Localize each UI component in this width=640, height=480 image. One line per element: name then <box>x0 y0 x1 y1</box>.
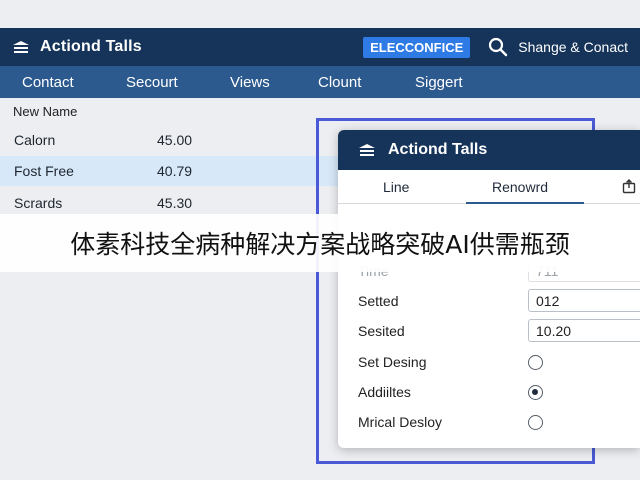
overlay-caption: 体素科技全病种解决方案战略突破AI供需瓶颈 <box>0 214 640 272</box>
sesited-field[interactable]: 10.20 <box>528 319 640 342</box>
app-logo-icon <box>12 40 30 54</box>
settings-dialog: Actiond Talls Line Renowrd Time 711 Sett… <box>338 130 640 448</box>
option-row: Addiiltes <box>338 377 640 407</box>
tab-line[interactable]: Line <box>383 179 409 195</box>
set-desing-radio[interactable] <box>528 355 543 370</box>
nav-item-contact[interactable]: Contact <box>22 74 74 91</box>
field-row-sesited: Sesited 10.20 <box>338 316 640 346</box>
tab-renowrd[interactable]: Renowrd <box>492 179 548 195</box>
option-label: Set Desing <box>358 354 427 370</box>
caption-text: 体素科技全病种解决方案战略突破AI供需瓶颈 <box>70 230 570 259</box>
list-item-value: 45.00 <box>157 132 193 148</box>
app-title: Actiond Talls <box>40 38 142 55</box>
list-header: New Name <box>13 104 78 119</box>
option-row: Mrical Desloy <box>338 407 640 437</box>
dialog-tabs: Line Renowrd <box>338 170 640 204</box>
list-item-name: Fost Free <box>14 163 74 179</box>
list-item-selected[interactable]: Fost Free 40.79 <box>0 156 340 186</box>
export-icon[interactable] <box>622 179 636 194</box>
list-item-value: 40.79 <box>157 163 193 179</box>
nav-item-secourt[interactable]: Secourt <box>126 74 178 91</box>
app-logo-icon <box>358 143 376 157</box>
dialog-header: Actiond Talls <box>338 130 640 170</box>
active-tab-indicator <box>466 202 584 204</box>
dialog-title: Actiond Talls <box>388 141 488 158</box>
field-label: Setted <box>358 293 399 309</box>
list-item[interactable]: Calorn 45.00 <box>0 125 340 155</box>
nav-item-siggert[interactable]: Siggert <box>415 74 463 91</box>
field-label: Sesited <box>358 323 405 339</box>
list-item-name: Calorn <box>14 132 56 148</box>
list-item-name: Scrards <box>14 195 63 211</box>
main-nav: Contact Secourt Views Clount Siggert <box>0 66 640 98</box>
nav-item-clount[interactable]: Clount <box>318 74 361 91</box>
mrical-desloy-radio[interactable] <box>528 415 543 430</box>
badge-button[interactable]: ELECCONFICE <box>363 36 471 58</box>
option-label: Addiiltes <box>358 384 411 400</box>
app-header: Actiond Talls ELECCONFICE Shange & Conac… <box>0 28 640 66</box>
option-label: Mrical Desloy <box>358 414 443 430</box>
field-row-setted: Setted 012 <box>338 286 640 316</box>
option-row: Set Desing <box>338 347 640 377</box>
nav-item-views[interactable]: Views <box>230 74 270 91</box>
search-link[interactable]: Shange & Conact <box>518 39 628 55</box>
addiiltes-radio[interactable] <box>528 385 543 400</box>
setted-field[interactable]: 012 <box>528 289 640 312</box>
list-item-value: 45.30 <box>157 195 193 211</box>
search-icon[interactable] <box>488 37 508 57</box>
